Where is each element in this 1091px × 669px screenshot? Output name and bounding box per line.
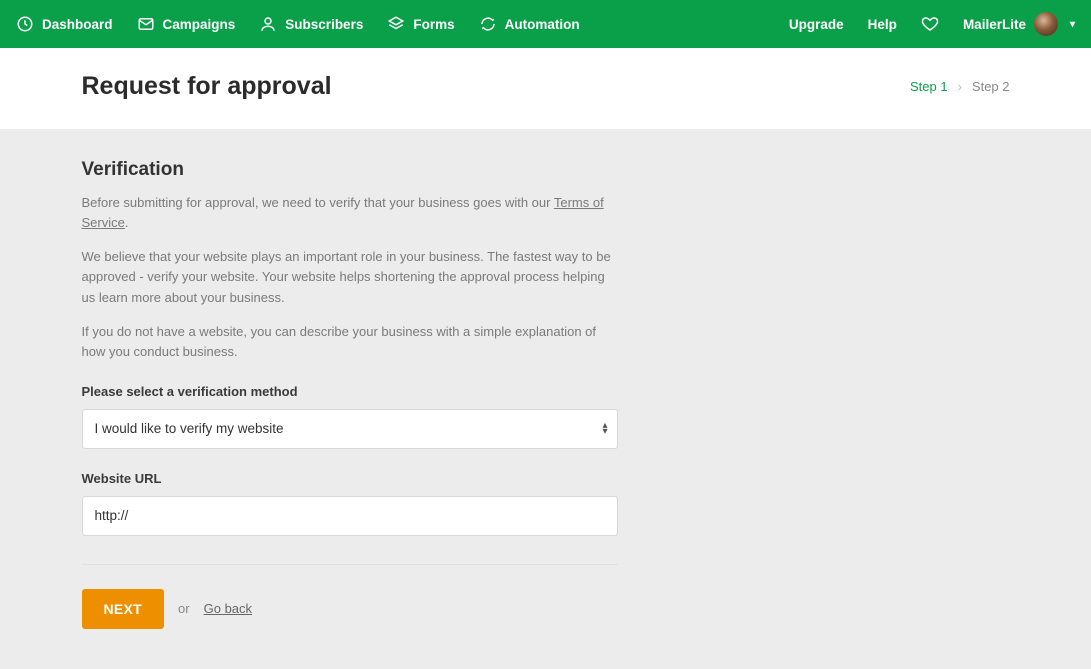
nav-campaigns-label: Campaigns	[163, 17, 236, 32]
step-indicator: Step 1 › Step 2	[910, 79, 1010, 94]
heart-icon	[921, 15, 939, 33]
next-button[interactable]: NEXT	[82, 589, 165, 629]
method-label: Please select a verification method	[82, 384, 618, 399]
para1-post: .	[125, 215, 129, 230]
nav-brand-label: MailerLite	[963, 17, 1026, 32]
verification-para-2: We believe that your website plays an im…	[82, 247, 618, 307]
nav-forms-label: Forms	[413, 17, 454, 32]
nav-upgrade[interactable]: Upgrade	[789, 17, 844, 32]
content: Verification Before submitting for appro…	[76, 129, 1016, 669]
go-back-link[interactable]: Go back	[204, 601, 252, 616]
chevron-down-icon: ▾	[1070, 19, 1075, 30]
clock-icon	[16, 15, 34, 33]
website-url-input[interactable]	[82, 496, 618, 536]
user-icon	[259, 15, 277, 33]
nav-dashboard-label: Dashboard	[42, 17, 113, 32]
page-title: Request for approval	[82, 72, 332, 101]
nav-left: Dashboard Campaigns Subscribers Forms Au…	[16, 15, 580, 33]
nav-right: Upgrade Help MailerLite ▾	[789, 12, 1075, 36]
nav-favorites[interactable]	[921, 15, 939, 33]
divider	[82, 564, 618, 565]
select-value: I would like to verify my website	[82, 409, 618, 449]
actions-row: NEXT or Go back	[82, 589, 618, 629]
step-2[interactable]: Step 2	[972, 79, 1010, 94]
nav-automation[interactable]: Automation	[479, 15, 580, 33]
or-text: or	[178, 601, 190, 616]
nav-subscribers-label: Subscribers	[285, 17, 363, 32]
top-nav: Dashboard Campaigns Subscribers Forms Au…	[0, 0, 1091, 48]
url-label: Website URL	[82, 471, 618, 486]
nav-automation-label: Automation	[505, 17, 580, 32]
nav-help-label: Help	[868, 17, 897, 32]
nav-account[interactable]: MailerLite ▾	[963, 12, 1075, 36]
verification-para-1: Before submitting for approval, we need …	[82, 193, 618, 233]
title-bar: Request for approval Step 1 › Step 2	[0, 48, 1091, 129]
para1-pre: Before submitting for approval, we need …	[82, 195, 554, 210]
nav-subscribers[interactable]: Subscribers	[259, 15, 363, 33]
nav-forms[interactable]: Forms	[387, 15, 454, 33]
nav-help[interactable]: Help	[868, 17, 897, 32]
nav-upgrade-label: Upgrade	[789, 17, 844, 32]
envelope-icon	[137, 15, 155, 33]
verification-title: Verification	[82, 159, 618, 181]
layers-icon	[387, 15, 405, 33]
nav-dashboard[interactable]: Dashboard	[16, 15, 113, 33]
form-column: Verification Before submitting for appro…	[82, 159, 618, 629]
refresh-icon	[479, 15, 497, 33]
step-1[interactable]: Step 1	[910, 79, 948, 94]
verification-method-select[interactable]: I would like to verify my website ▴▾	[82, 409, 618, 449]
verification-para-3: If you do not have a website, you can de…	[82, 322, 618, 362]
avatar	[1034, 12, 1058, 36]
chevron-right-icon: ›	[958, 79, 962, 94]
nav-campaigns[interactable]: Campaigns	[137, 15, 236, 33]
